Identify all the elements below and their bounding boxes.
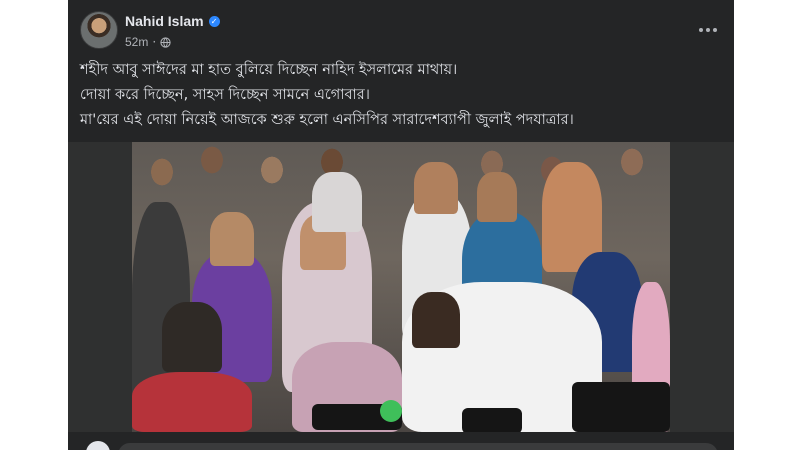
verified-badge-icon: ✓ [208, 15, 220, 27]
letterbox-left [0, 0, 68, 450]
more-horizontal-icon [699, 28, 703, 32]
letterbox-right [734, 0, 800, 450]
person-figure [132, 372, 252, 432]
person-head [162, 302, 222, 372]
post-photo[interactable] [132, 142, 670, 432]
post-text-line: দোয়া করে দিচ্ছেন, সাহস দিচ্ছেন সামনে এগ… [80, 87, 370, 103]
post-header: Nahid Islam ✓ 52m · [68, 0, 734, 58]
comment-input[interactable] [118, 443, 718, 450]
person-head [312, 172, 362, 232]
camera-shape [572, 382, 670, 432]
author-name[interactable]: Nahid Islam [125, 13, 204, 29]
author-row: Nahid Islam ✓ [125, 13, 220, 29]
more-horizontal-icon [713, 28, 717, 32]
post-card: Nahid Islam ✓ 52m · শহীদ আবু সাঈদের মা হ… [68, 0, 734, 450]
post-text: শহীদ আবু সাঈদের মা হাত বুলিয়ে দিচ্ছেন ন… [80, 58, 720, 133]
microphone-shape [380, 400, 402, 422]
camera-shape [462, 408, 522, 432]
more-options-button[interactable] [696, 20, 720, 40]
post-media[interactable] [68, 142, 734, 432]
person-head [412, 292, 460, 348]
person-head [414, 162, 458, 214]
person-head [210, 212, 254, 266]
post-meta: 52m · [125, 35, 171, 49]
author-avatar[interactable] [80, 11, 118, 49]
globe-icon [160, 36, 171, 48]
post-timestamp[interactable]: 52m [125, 35, 148, 49]
post-text-line: মা'য়ের এই দোয়া নিয়েই আজকে শুরু হলো এন… [80, 112, 574, 128]
meta-separator: · [152, 35, 157, 49]
post-text-line: শহীদ আবু সাঈদের মা হাত বুলিয়ে দিচ্ছেন ন… [80, 62, 458, 78]
person-head [477, 172, 517, 222]
more-horizontal-icon [706, 28, 710, 32]
